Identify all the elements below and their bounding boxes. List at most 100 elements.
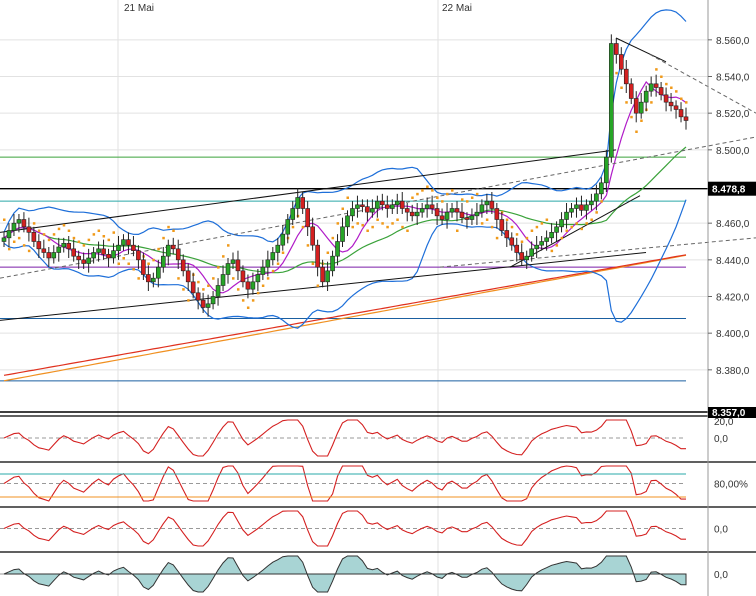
candle-body: [285, 219, 291, 235]
candle-body: [121, 239, 126, 246]
candle-body: [604, 156, 609, 184]
candle-body: [141, 259, 146, 275]
candle-body: [434, 208, 440, 217]
sar-dot: [37, 229, 41, 232]
candle-body: [26, 226, 32, 233]
sar-dot: [127, 262, 130, 265]
sar-dot: [495, 236, 499, 240]
sar-dot: [386, 225, 389, 229]
candle-body: [46, 252, 52, 259]
candle-body: [653, 83, 659, 88]
candle-body: [136, 250, 141, 261]
sar-dot: [660, 75, 663, 78]
candle-body: [190, 281, 196, 294]
sar-dot: [67, 229, 71, 232]
sar-dot: [276, 262, 280, 265]
sar-dot: [530, 229, 534, 232]
candle-body: [628, 83, 634, 99]
candle-body: [106, 254, 111, 259]
candle-body: [170, 244, 176, 250]
candle-body: [519, 252, 525, 261]
candle-body: [509, 237, 515, 246]
sar-dot: [22, 244, 26, 247]
candle-body: [41, 248, 47, 253]
candle-body: [609, 43, 614, 158]
sar-dot: [376, 218, 379, 221]
candle-body: [409, 211, 415, 217]
candle-body: [260, 266, 266, 275]
sar-dot: [396, 218, 399, 221]
candle-body: [160, 255, 166, 268]
candle-body: [574, 204, 579, 209]
candle-body: [86, 257, 91, 264]
candle-body: [449, 208, 455, 213]
date-label-21: 21 Mai: [124, 3, 154, 14]
candle-body: [444, 211, 450, 220]
candle-body: [255, 274, 261, 283]
sar-dot: [256, 291, 260, 295]
sar-dot: [291, 225, 295, 229]
candle-body: [429, 204, 435, 209]
candle-body: [66, 243, 72, 250]
sar-dot: [411, 196, 414, 199]
candle-body: [479, 204, 485, 213]
sar-dot: [381, 222, 384, 225]
sar-dot: [27, 249, 31, 253]
sar-dot: [391, 222, 394, 225]
candle-body: [290, 208, 296, 220]
sar-dot: [675, 90, 678, 93]
sar-dot: [12, 240, 16, 243]
candle-body: [554, 226, 559, 233]
sar-dot: [460, 198, 464, 201]
candle-body: [245, 281, 251, 290]
sar-dot: [182, 288, 185, 291]
sar-dot: [451, 189, 454, 192]
sar-dot: [351, 225, 354, 229]
candle-body: [360, 204, 365, 207]
candle-body: [614, 43, 619, 55]
sar-dot: [431, 189, 434, 192]
candle-body: [116, 244, 121, 251]
sar-dot: [47, 238, 51, 242]
candle-body: [36, 241, 42, 250]
sar-dot: [132, 268, 135, 271]
candle-body: [335, 241, 340, 257]
sar-dot: [251, 299, 255, 302]
sar-dot: [560, 236, 564, 240]
sar-dot: [301, 225, 305, 229]
price-tick-label: 8.460,0: [716, 219, 750, 230]
sar-dot: [441, 200, 444, 203]
sar-dot: [665, 82, 668, 86]
sar-dot: [236, 288, 240, 291]
candle-body: [310, 226, 315, 246]
candle-body: [678, 109, 684, 118]
sar-dot: [550, 249, 554, 253]
price-tick-label: 8.520,0: [716, 109, 750, 120]
sar-dot: [57, 227, 61, 231]
sar-dot: [361, 224, 364, 227]
candle-body: [76, 255, 81, 261]
candle-body: [56, 246, 62, 253]
sar-dot: [246, 306, 250, 309]
sar-dot: [426, 185, 429, 188]
sar-dot: [231, 277, 235, 280]
sar-dot: [565, 229, 569, 232]
sar-dot: [217, 266, 220, 269]
sar-dot: [535, 225, 539, 229]
candle-body: [240, 270, 246, 283]
candle-body: [195, 292, 201, 301]
candle-body: [569, 208, 574, 213]
sar-dot: [366, 229, 369, 232]
candle-body: [648, 83, 654, 92]
sar-dot: [540, 222, 544, 225]
sar-dot: [102, 235, 106, 238]
sar-dot: [670, 86, 673, 89]
sar-dot: [635, 130, 638, 133]
price-chart: 20,00,080,00%0,00,0 8.560,08.540,08.520,…: [0, 0, 756, 596]
candle-body: [534, 244, 539, 250]
sar-dot: [197, 280, 200, 284]
sar-dot: [271, 269, 275, 273]
candle-body: [549, 232, 554, 239]
candle-body: [469, 215, 475, 220]
candle-body: [31, 232, 37, 242]
